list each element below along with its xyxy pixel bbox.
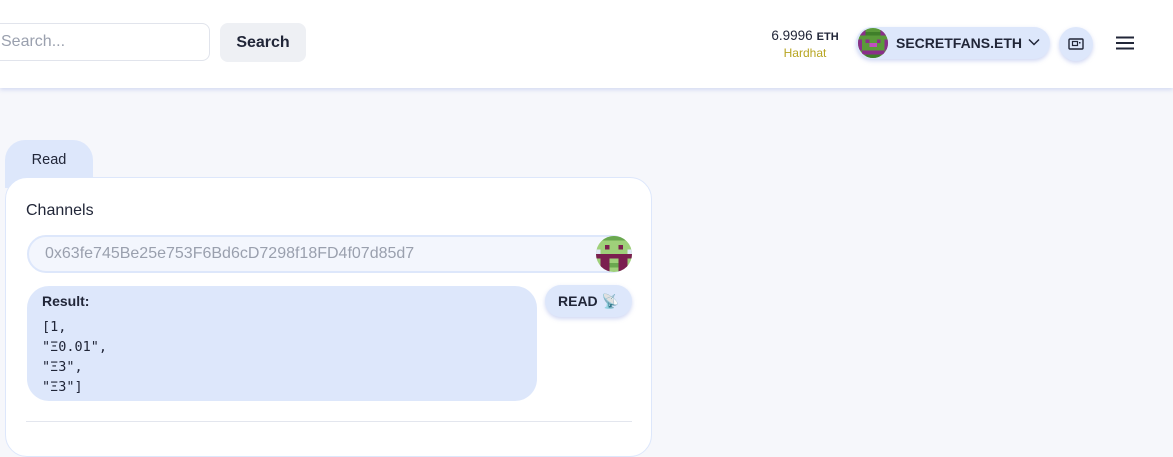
chevron-down-icon (1028, 38, 1040, 46)
result-value: [1, "Ξ0.01", "Ξ3", "Ξ3"] (42, 319, 108, 395)
read-button[interactable]: READ 📡 (545, 285, 632, 317)
balance-amount: 6.9996 (771, 28, 813, 43)
result-label: Result: (42, 293, 90, 309)
network-name: Hardhat (783, 46, 827, 60)
qr-code-icon (1068, 38, 1084, 50)
qr-code-button[interactable] (1059, 27, 1093, 61)
search-button[interactable]: Search (220, 23, 306, 62)
search-input[interactable] (0, 23, 210, 61)
wallet-balance: 6.9996 ETH Hardhat (762, 27, 848, 60)
contract-function-card: Channels Result: [1, "Ξ0.01", "Ξ3", "Ξ3"… (5, 177, 652, 457)
function-name: Channels (26, 202, 94, 219)
top-navbar: Search 6.9996ETH Hardhat SECRETFANS (0, 0, 1173, 88)
account-dropdown-button[interactable]: SECRETFANS.ETH (856, 27, 1050, 59)
balance-unit: ETH (816, 31, 839, 43)
address-field (27, 235, 632, 273)
result-panel: Result: [1, "Ξ0.01", "Ξ3", "Ξ3"] (27, 286, 537, 401)
blockie-avatar-icon (596, 236, 632, 272)
hamburger-menu-icon[interactable] (1115, 35, 1135, 51)
blockie-avatar-icon (858, 28, 888, 58)
address-input[interactable] (45, 245, 585, 263)
divider (26, 421, 632, 422)
account-name: SECRETFANS.ETH (896, 35, 1023, 51)
